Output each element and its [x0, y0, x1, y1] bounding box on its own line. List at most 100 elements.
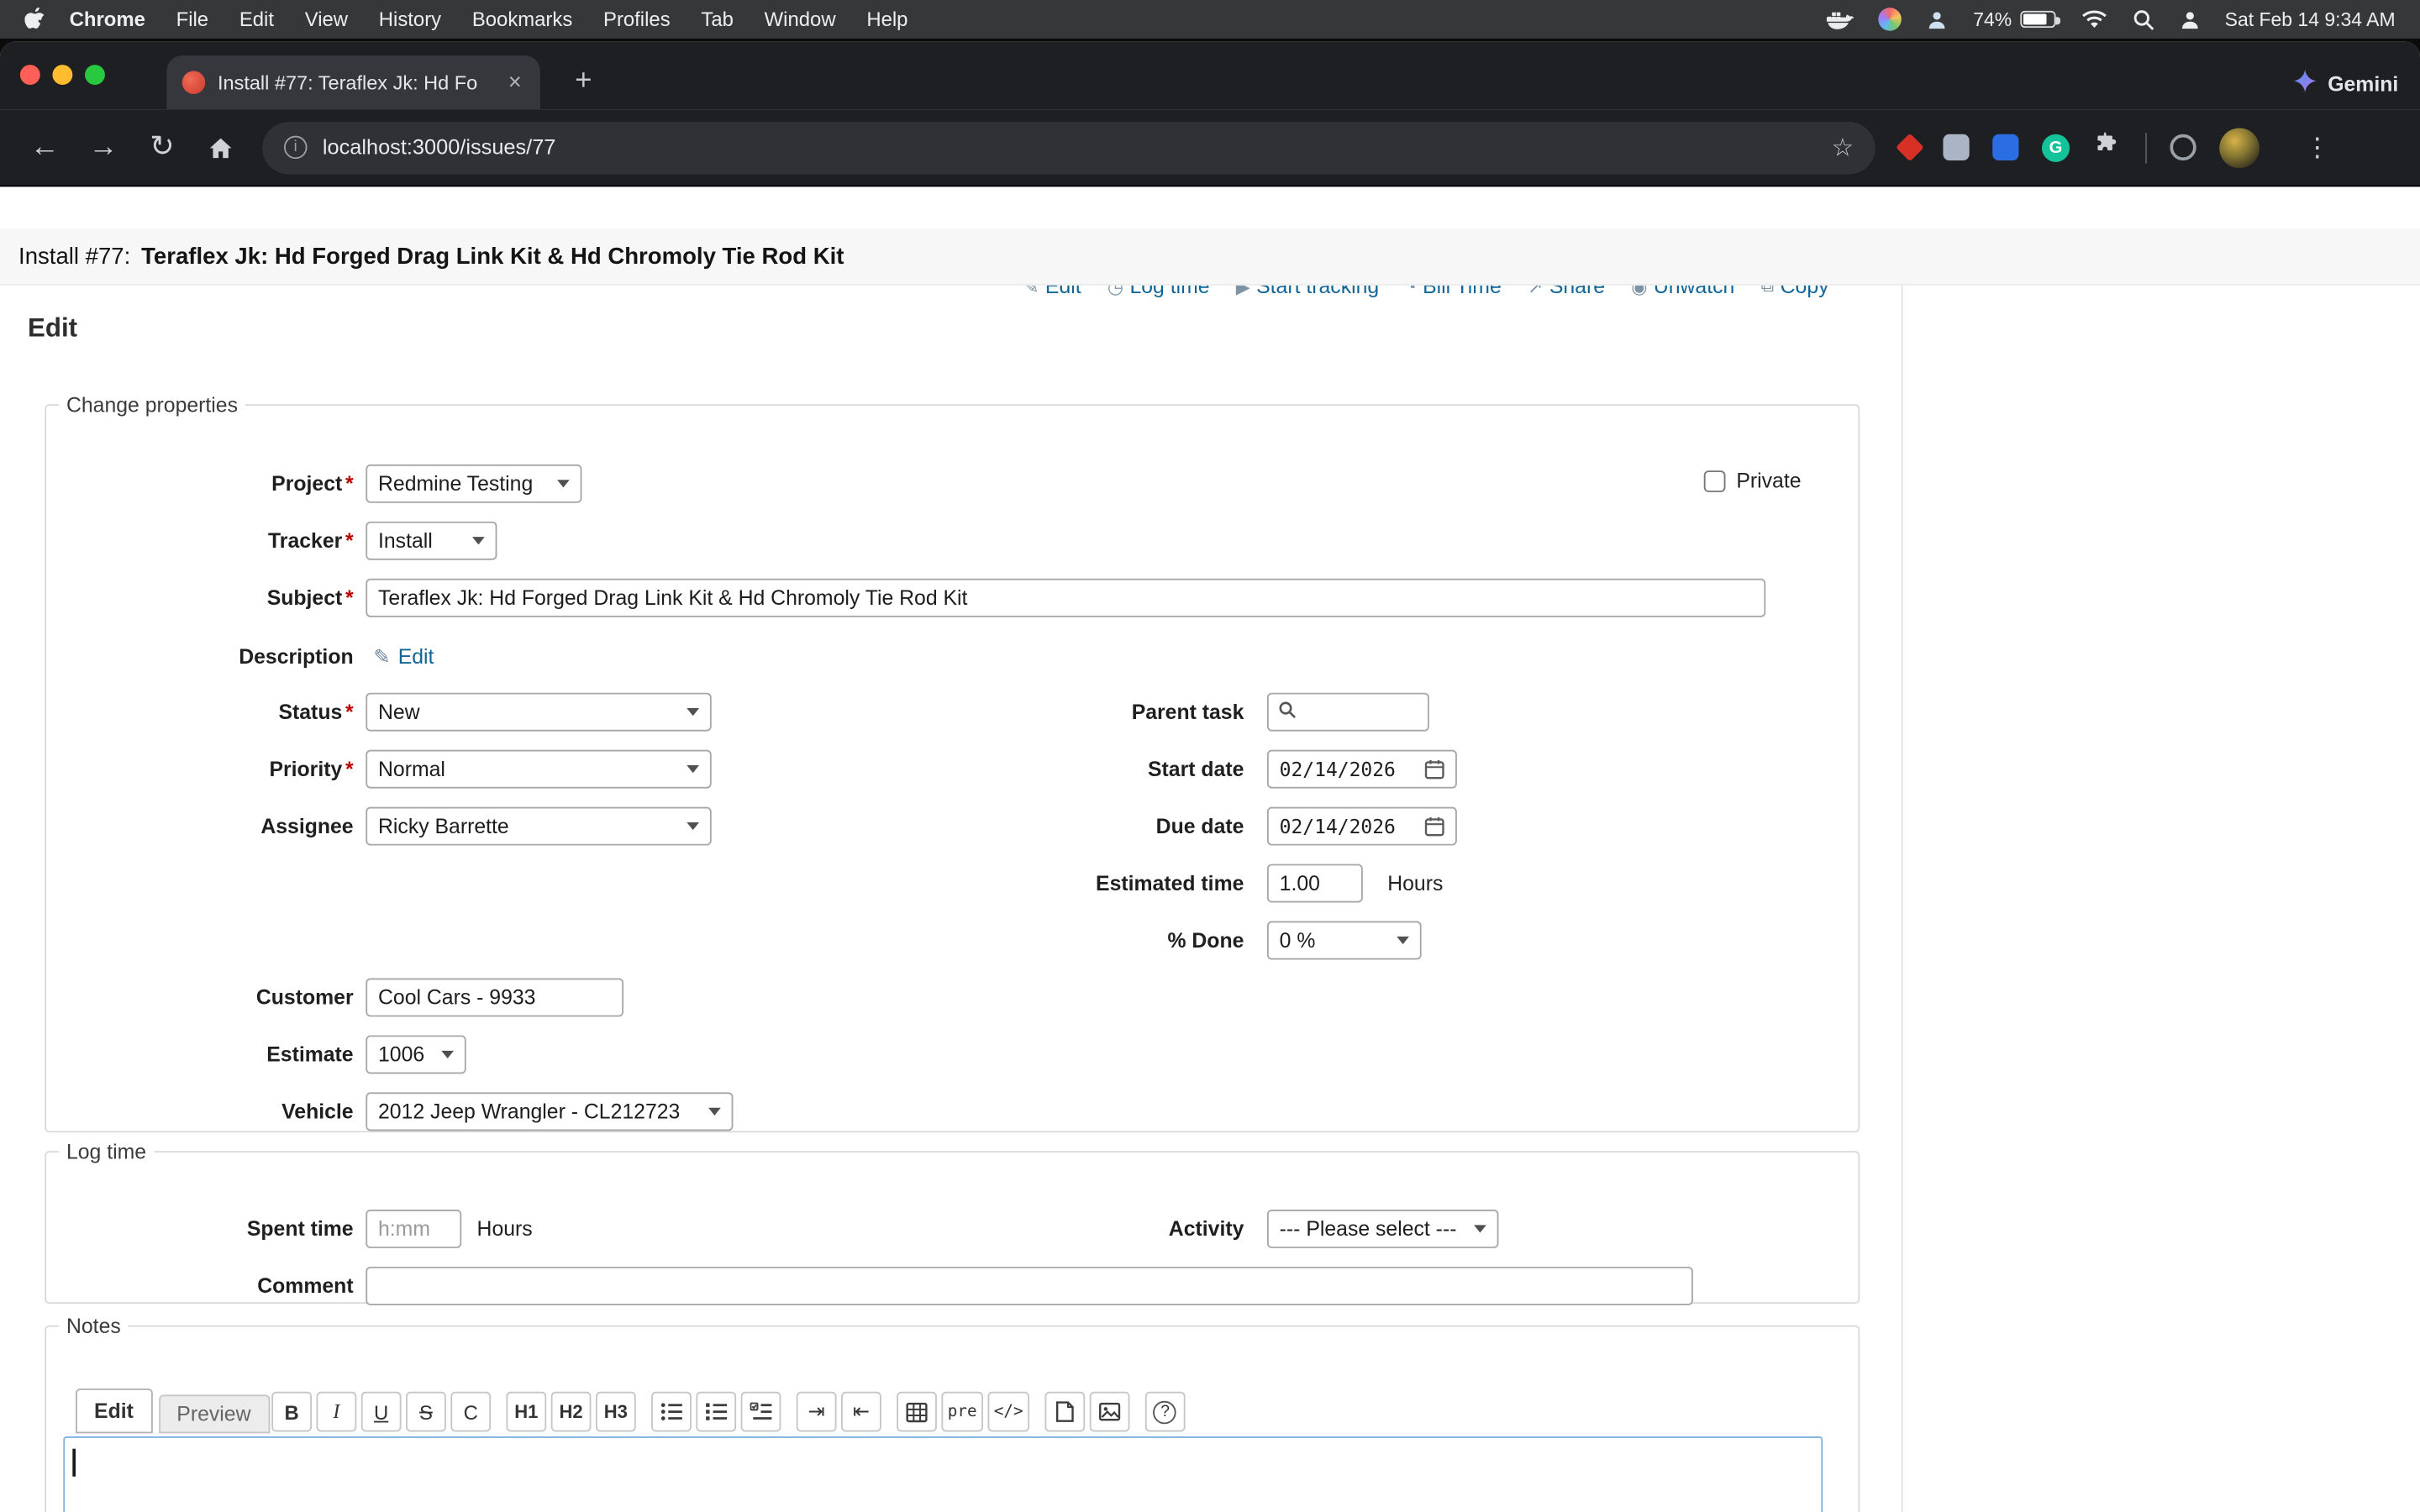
project-select[interactable]: Redmine Testing [366, 465, 581, 503]
chevron-down-icon [687, 708, 699, 716]
url-text[interactable]: localhost:3000/issues/77 [323, 136, 1816, 160]
notes-tabs: Edit Preview [76, 1389, 270, 1433]
notes-textarea[interactable] [63, 1436, 1823, 1512]
menu-app-name[interactable]: Chrome [54, 0, 160, 39]
underline-button[interactable]: U [361, 1392, 402, 1432]
menu-edit[interactable]: Edit [224, 0, 289, 39]
menu-tab[interactable]: Tab [686, 0, 749, 39]
numbered-list-button[interactable] [696, 1392, 736, 1432]
traffic-light-zoom[interactable] [85, 65, 105, 85]
extension-blue-icon[interactable] [1992, 134, 2018, 160]
gemini-button[interactable]: Gemini [2294, 70, 2398, 97]
estimated-time-input[interactable] [1267, 864, 1363, 903]
back-button[interactable]: ← [18, 121, 71, 173]
extension-grammarly-icon[interactable]: G [2042, 134, 2070, 161]
heading2-button[interactable]: H2 [551, 1392, 592, 1432]
menu-bookmarks[interactable]: Bookmarks [456, 0, 587, 39]
subject-label: Subject* [46, 586, 364, 610]
extensions-puzzle-icon[interactable] [2093, 129, 2123, 165]
parent-task-input[interactable] [1267, 693, 1429, 732]
spotlight-icon[interactable] [2132, 8, 2154, 30]
battery-indicator[interactable]: 74% [1973, 8, 2054, 30]
quote-button[interactable]: ⇥ [797, 1392, 837, 1432]
preformatted-button[interactable]: pre [941, 1392, 983, 1432]
menu-window[interactable]: Window [749, 0, 851, 39]
vehicle-select[interactable]: 2012 Jeep Wrangler - CL212723 [366, 1092, 733, 1131]
home-button[interactable] [194, 121, 246, 173]
customer-input[interactable] [366, 978, 623, 1016]
start-date-input[interactable]: 02/14/2026 [1267, 750, 1457, 789]
tab-close-icon[interactable]: × [505, 70, 524, 96]
menu-profiles[interactable]: Profiles [588, 0, 686, 39]
calendar-icon [1424, 759, 1444, 780]
profile-avatar[interactable] [2219, 128, 2260, 168]
menu-view[interactable]: View [289, 0, 363, 39]
activity-row: Activity --- Please select --- [911, 1210, 1861, 1248]
private-checkbox[interactable] [1704, 470, 1726, 491]
image-button[interactable] [1090, 1392, 1130, 1432]
tab-edit[interactable]: Edit [76, 1389, 152, 1433]
person-app-icon[interactable] [1927, 8, 1949, 30]
chevron-down-icon [472, 537, 485, 544]
menubar-clock[interactable]: Sat Feb 14 9:34 AM [2225, 8, 2396, 30]
site-info-icon[interactable]: i [284, 136, 308, 160]
user-switch-icon[interactable] [2179, 8, 2201, 30]
spent-time-input[interactable] [366, 1210, 461, 1248]
hours-suffix: Hours [477, 1217, 533, 1241]
subject-input[interactable] [366, 579, 1765, 617]
task-list-button[interactable] [741, 1392, 781, 1432]
docker-icon[interactable] [1827, 8, 1854, 30]
priority-label: Priority* [46, 758, 364, 781]
address-bar[interactable]: i localhost:3000/issues/77 ☆ [262, 121, 1875, 173]
code-block-button[interactable]: </> [987, 1392, 1029, 1432]
comment-input[interactable] [366, 1267, 1693, 1305]
tracker-select[interactable]: Install [366, 522, 497, 560]
menu-bar-status: 74% Sat Feb 14 9:34 AM [1827, 8, 2396, 31]
browser-tab[interactable]: Install #77: Teraflex Jk: Hd Fo × [166, 55, 539, 109]
description-edit-link[interactable]: ✎ Edit [373, 644, 434, 669]
heading3-button[interactable]: H3 [596, 1392, 636, 1432]
apple-menu-icon[interactable] [24, 8, 45, 31]
help-button[interactable]: ? [1145, 1392, 1186, 1432]
chevron-down-icon [1397, 937, 1409, 944]
content: ✎Edit ◷Log time ▶Start tracking ◔Bill Ti… [0, 286, 2420, 1512]
table-button[interactable] [897, 1392, 937, 1432]
wiki-link-button[interactable] [1044, 1392, 1085, 1432]
bold-button[interactable]: B [271, 1392, 312, 1432]
inline-code-button[interactable]: C [450, 1392, 491, 1432]
traffic-light-minimize[interactable] [52, 65, 72, 85]
menu-help[interactable]: Help [851, 0, 923, 39]
forward-button[interactable]: → [77, 121, 129, 173]
bullet-list-button[interactable] [651, 1392, 692, 1432]
heading1-button[interactable]: H1 [506, 1392, 546, 1432]
pencil-icon: ✎ [373, 644, 390, 669]
menu-history[interactable]: History [363, 0, 456, 39]
menu-file[interactable]: File [160, 0, 224, 39]
change-properties-legend: Change properties [59, 393, 245, 417]
new-tab-button[interactable]: + [565, 63, 602, 100]
assignee-select[interactable]: Ricky Barrette [366, 807, 711, 846]
unquote-button[interactable]: ⇤ [841, 1392, 881, 1432]
status-select[interactable]: New [366, 693, 711, 732]
text-caret [72, 1449, 75, 1477]
wifi-icon[interactable] [2080, 9, 2107, 29]
reload-button[interactable]: ↻ [136, 121, 188, 173]
traffic-light-close[interactable] [20, 65, 40, 85]
extension-ring-icon[interactable] [2170, 134, 2196, 160]
bookmark-star-icon[interactable]: ☆ [1832, 132, 1854, 163]
extension-clip-icon[interactable] [1943, 134, 1969, 160]
estimate-select[interactable]: 1006 [366, 1035, 466, 1074]
due-date-input[interactable]: 02/14/2026 [1267, 807, 1457, 846]
strikethrough-button[interactable]: S [406, 1392, 446, 1432]
activity-select[interactable]: --- Please select --- [1267, 1210, 1499, 1248]
customer-label: Customer [46, 986, 364, 1010]
done-select[interactable]: 0 % [1267, 921, 1422, 960]
browser-menu-icon[interactable]: ⋮ [2298, 132, 2337, 163]
browser-window: Install #77: Teraflex Jk: Hd Fo × + Gemi… [0, 42, 2420, 1512]
tab-preview[interactable]: Preview [158, 1394, 269, 1433]
priority-select[interactable]: Normal [366, 750, 711, 789]
browser-toolbar: ← → ↻ i localhost:3000/issues/77 ☆ G [0, 109, 2420, 186]
pinwheel-app-icon[interactable] [1879, 8, 1902, 31]
italic-button[interactable]: I [317, 1392, 357, 1432]
extension-red-icon[interactable] [1896, 134, 1924, 162]
